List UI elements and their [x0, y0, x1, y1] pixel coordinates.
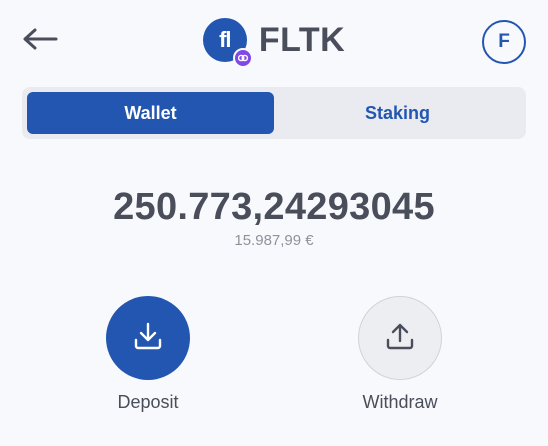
deposit-action[interactable]: Deposit [78, 296, 218, 413]
tab-staking[interactable]: Staking [274, 92, 521, 134]
profile-avatar-button[interactable]: F [482, 20, 526, 64]
fiat-balance: 15.987,99 € [234, 232, 314, 249]
withdraw-button[interactable] [358, 296, 442, 380]
token-name: FLTK [258, 20, 346, 59]
withdraw-label: Withdraw [362, 392, 438, 412]
wallet-staking-tabs: Wallet Staking [22, 87, 526, 139]
tab-wallet[interactable]: Wallet [27, 92, 274, 134]
token-logo: fl [202, 18, 253, 68]
polygon-icon [232, 48, 253, 68]
token-header: fl FLTK [0, 14, 548, 68]
token-balance: 250.773,24293045 [113, 186, 435, 228]
deposit-label: Deposit [117, 392, 179, 412]
upload-icon [384, 320, 416, 357]
download-icon [132, 320, 164, 357]
deposit-button[interactable] [106, 296, 190, 380]
wallet-screen: fl FLTK F Wallet Staking 250.773,2429304… [0, 0, 548, 446]
withdraw-action[interactable]: Withdraw [330, 296, 470, 413]
